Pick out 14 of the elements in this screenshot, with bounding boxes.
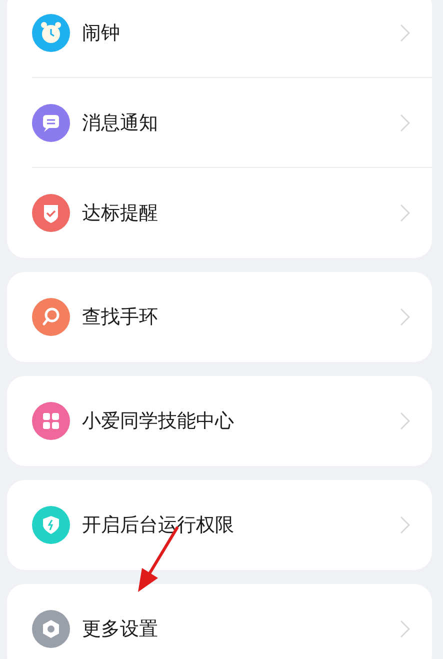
menu-item[interactable]: 消息通知 [82, 110, 400, 136]
menu-item[interactable]: 更多设置 [82, 616, 400, 642]
chevron-icon [400, 114, 410, 132]
chevron-icon [400, 516, 410, 534]
chevron-icon [400, 24, 410, 42]
chevron-icon [400, 204, 410, 222]
chevron-icon [400, 620, 410, 638]
chevron-icon [400, 412, 410, 430]
chevron-icon [400, 308, 410, 326]
menu-item[interactable]: 开启后台运行权限 [82, 512, 400, 538]
menu-item[interactable]: 达标提醒 [82, 200, 400, 226]
menu-item[interactable]: 查找手环 [82, 304, 400, 330]
menu-item[interactable]: 小爱同学技能中心 [82, 408, 400, 434]
menu-item[interactable]: 闹钟 [82, 20, 400, 46]
